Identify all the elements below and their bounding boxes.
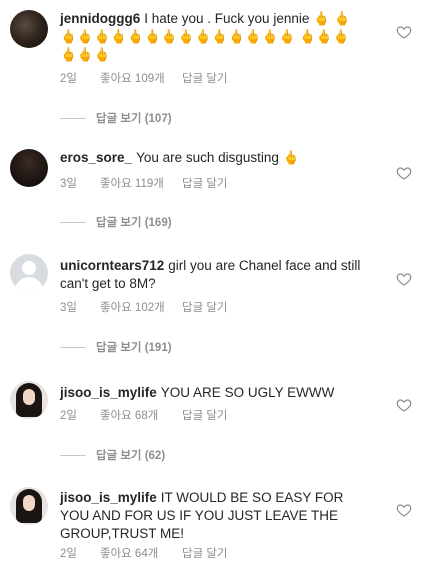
avatar[interactable] <box>10 487 48 525</box>
view-replies-label: 답글 보기 (62) <box>96 450 166 462</box>
comment-date: 2일 <box>60 410 77 422</box>
comment-text: jisoo_is_mylife YOU ARE SO UGLY EWWW <box>60 384 366 402</box>
like-count[interactable]: 좋아요 64개 <box>100 545 182 561</box>
middle-finger-emoji: 🖕 <box>282 150 300 165</box>
like-count[interactable]: 좋아요 102개 <box>100 299 182 315</box>
comment-meta: 3일 좋아요 119개 답글 달기 <box>60 175 228 191</box>
view-replies-label: 답글 보기 (169) <box>96 217 172 229</box>
comment-date: 2일 <box>60 548 77 560</box>
heart-outline-icon[interactable] <box>396 271 412 287</box>
comment-text: unicorntears712 girl you are Chanel face … <box>60 257 366 293</box>
comment-text: eros_sore_ You are such disgusting 🖕 <box>60 149 366 167</box>
avatar[interactable] <box>10 10 48 48</box>
divider <box>60 117 86 119</box>
comment-meta: 3일 좋아요 102개 답글 달기 <box>60 299 228 315</box>
view-replies-button[interactable]: 답글 보기 (107) <box>60 110 172 126</box>
comment-username[interactable]: jisoo_is_mylife <box>60 490 157 505</box>
view-replies-button[interactable]: 답글 보기 (191) <box>60 339 172 355</box>
reply-button[interactable]: 답글 달기 <box>182 70 228 86</box>
avatar[interactable] <box>10 149 48 187</box>
reply-button[interactable]: 답글 달기 <box>182 407 228 423</box>
comment-meta: 2일 좋아요 109개 답글 달기 <box>60 70 228 86</box>
comment-text: jisoo_is_mylife IT WOULD BE SO EASY FOR Y… <box>60 489 366 543</box>
comment-body: I hate you . Fuck you jennie <box>144 11 310 26</box>
view-replies-button[interactable]: 답글 보기 (169) <box>60 214 172 230</box>
view-replies-label: 답글 보기 (191) <box>96 342 172 354</box>
comment-meta: 2일 좋아요 64개 답글 달기 <box>60 545 228 561</box>
heart-outline-icon[interactable] <box>396 397 412 413</box>
view-replies-label: 답글 보기 (107) <box>96 113 172 125</box>
comment-username[interactable]: unicorntears712 <box>60 258 164 273</box>
comment-text: jennidoggg6 I hate you . Fuck you jennie … <box>60 10 366 64</box>
comment-date: 3일 <box>60 302 77 314</box>
heart-outline-icon[interactable] <box>396 502 412 518</box>
like-count[interactable]: 좋아요 109개 <box>100 70 182 86</box>
user-silhouette-icon[interactable] <box>10 254 48 292</box>
like-count[interactable]: 좋아요 68개 <box>100 407 182 423</box>
reply-button[interactable]: 답글 달기 <box>182 299 228 315</box>
avatar[interactable] <box>10 381 48 419</box>
heart-outline-icon[interactable] <box>396 24 412 40</box>
like-count[interactable]: 좋아요 119개 <box>100 175 182 191</box>
comment-username[interactable]: jisoo_is_mylife <box>60 385 157 400</box>
reply-button[interactable]: 답글 달기 <box>182 175 228 191</box>
comment-body: You are such disgusting <box>136 150 279 165</box>
reply-button[interactable]: 답글 달기 <box>182 545 228 561</box>
divider <box>60 346 86 348</box>
comment-meta: 2일 좋아요 68개 답글 달기 <box>60 407 228 423</box>
comment-date: 2일 <box>60 73 77 85</box>
comment-date: 3일 <box>60 178 77 190</box>
heart-outline-icon[interactable] <box>396 165 412 181</box>
view-replies-button[interactable]: 답글 보기 (62) <box>60 447 165 463</box>
comment-body: YOU ARE SO UGLY EWWW <box>160 385 335 400</box>
divider <box>60 221 86 223</box>
divider <box>60 454 86 456</box>
comment-username[interactable]: jennidoggg6 <box>60 11 140 26</box>
comment-username[interactable]: eros_sore_ <box>60 150 132 165</box>
